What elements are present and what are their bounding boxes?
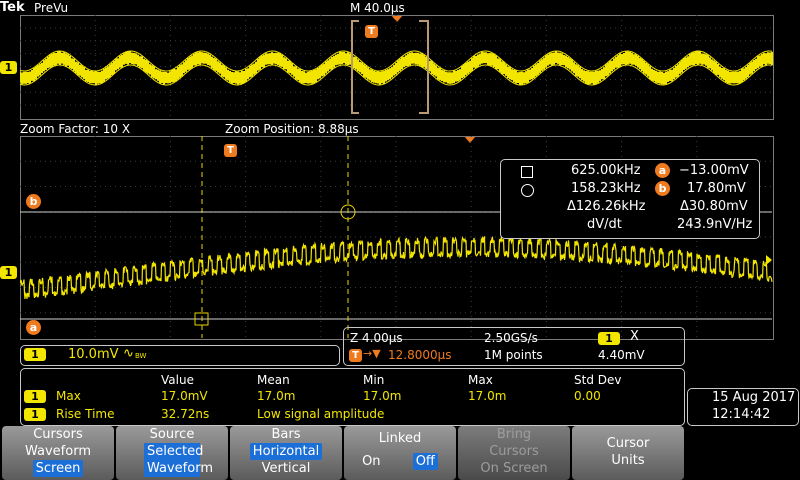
- cursors-softkey-title: Cursors: [2, 426, 114, 443]
- trigger-source-badge: 1: [598, 332, 620, 345]
- cursors-softkey-option-waveform: Waveform: [2, 443, 114, 460]
- readout-a-value: −13.00mV: [679, 163, 749, 178]
- readout-a-icon: a: [655, 163, 670, 178]
- readout-freq-2: 158.23kHz: [571, 181, 641, 196]
- meas-row1-min: 17.0m: [363, 389, 401, 403]
- bandwidth-limit-label: BW: [135, 352, 146, 360]
- linked-softkey-option-off: Off: [413, 453, 438, 470]
- zoom-position: Zoom Position: 8.88µs: [225, 122, 359, 136]
- delay-arrow-icon: →▼: [363, 347, 381, 360]
- readout-freq-1: 625.00kHz: [571, 163, 641, 178]
- square-cursor-icon: [521, 166, 533, 178]
- trigger-t-marker: T: [365, 25, 378, 38]
- meas-header-stddev: Std Dev: [574, 373, 621, 387]
- cursor-units-softkey-line2: Units: [572, 452, 684, 469]
- time: 12:14:42: [712, 407, 770, 422]
- circle-cursor-icon: [521, 184, 534, 197]
- source-softkey[interactable]: Source Selected Waveform: [116, 426, 228, 480]
- cursor-a-label[interactable]: a: [26, 320, 41, 335]
- readout-delta-v: Δ30.80mV: [680, 199, 748, 214]
- measurements-panel[interactable]: Value Mean Min Max Std Dev 1 Max 17.0mV …: [20, 368, 685, 426]
- bring-softkey-line3: On Screen: [458, 460, 570, 477]
- main-channel-1-marker[interactable]: 1: [0, 266, 17, 279]
- bars-softkey-option-vertical: Vertical: [230, 460, 342, 477]
- zoom-window-top-left: [351, 20, 359, 22]
- zoom-time-scale: Z 4.00µs: [350, 331, 403, 345]
- meas-row1-source: 1: [24, 390, 46, 403]
- readout-delta-freq: Δ126.26kHz: [567, 199, 646, 214]
- cursor-b-label[interactable]: b: [26, 194, 41, 209]
- overview-channel-1-marker[interactable]: 1: [0, 61, 17, 74]
- cursor-units-softkey-line1: Cursor: [572, 435, 684, 452]
- meas-row1-max: 17.0m: [468, 389, 506, 403]
- trigger-level-marker: [766, 255, 772, 265]
- meas-header-min: Min: [363, 373, 384, 387]
- cursors-softkey[interactable]: Cursors Waveform Screen: [2, 426, 114, 480]
- cursors-softkey-option-screen: Screen: [33, 460, 84, 477]
- bring-cursors-on-screen-softkey[interactable]: Bring Cursors On Screen: [458, 426, 570, 480]
- meas-header-mean: Mean: [257, 373, 290, 387]
- readout-b-icon: b: [655, 181, 670, 196]
- brand-logo: Tek: [0, 0, 25, 15]
- bars-softkey[interactable]: Bars Horizontal Vertical: [230, 426, 342, 480]
- meas-row1-value: 17.0mV: [161, 389, 208, 403]
- cursor-units-softkey[interactable]: Cursor Units: [572, 426, 684, 480]
- record-length: 1M points: [484, 348, 543, 362]
- sample-rate: 2.50GS/s: [484, 331, 538, 345]
- zoom-window-top-right: [419, 20, 427, 22]
- delay-t-icon: T: [349, 349, 362, 362]
- linked-softkey-option-on: On: [362, 454, 380, 469]
- bars-softkey-title: Bars: [230, 426, 342, 443]
- bring-softkey-line2: Cursors: [458, 443, 570, 460]
- meas-row1-label: Max: [56, 389, 81, 403]
- horizontal-scale: M 40.0µs: [350, 1, 405, 15]
- cursor-readout: 625.00kHz a −13.00mV 158.23kHz b 17.80mV…: [500, 159, 760, 239]
- readout-dvdt-value: 243.9nV/Hz: [677, 217, 752, 232]
- bars-softkey-option-horizontal: Horizontal: [250, 443, 322, 460]
- datetime-box: 15 Aug 2017 12:14:42: [687, 388, 799, 426]
- zoom-trigger-t-marker: T: [224, 144, 237, 157]
- readout-dvdt-label: dV/dt: [587, 217, 622, 232]
- meas-row1-stddev: 0.00: [574, 389, 601, 403]
- source-softkey-title: Source: [116, 426, 228, 443]
- timebase-info[interactable]: Z 4.00µs 2.50GS/s 1 X T →▼ 12.8000µs 1M …: [343, 327, 685, 366]
- meas-row2-value: 32.72ns: [161, 407, 209, 421]
- linked-softkey-title: Linked: [344, 430, 456, 447]
- meas-row1-mean: 17.0m: [257, 389, 295, 403]
- zoom-window-box[interactable]: [351, 20, 429, 114]
- meas-row2-source: 1: [24, 408, 46, 421]
- zoom-window-bottom-left: [351, 112, 359, 114]
- channel-1-scale: 10.0mV: [68, 347, 119, 362]
- bandwidth-limit-icon: ∿: [123, 346, 134, 361]
- zoom-factor: Zoom Factor: 10 X: [20, 122, 130, 136]
- zoom-window-bottom-right: [419, 112, 427, 114]
- horizontal-delay: 12.8000µs: [388, 348, 452, 362]
- bring-softkey-line1: Bring: [458, 426, 570, 443]
- date: 15 Aug 2017: [712, 390, 795, 405]
- channel-1-info[interactable]: 1 10.0mV ∿ BW: [20, 345, 340, 366]
- meas-row2-note: Low signal amplitude: [257, 407, 384, 421]
- linked-softkey[interactable]: Linked On Off: [344, 426, 456, 480]
- trigger-level: 4.40mV: [598, 348, 645, 362]
- source-softkey-selected: Selected: [144, 443, 200, 460]
- meas-row2-label: Rise Time: [56, 407, 115, 421]
- mode-label: PreVu: [34, 1, 68, 15]
- meas-header-value: Value: [161, 373, 194, 387]
- meas-header-max: Max: [468, 373, 493, 387]
- channel-1-badge: 1: [24, 348, 46, 361]
- readout-b-value: 17.80mV: [687, 181, 746, 196]
- source-softkey-waveform: Waveform: [144, 460, 200, 477]
- zoom-trace: [20, 237, 772, 299]
- trigger-slope-icon: X: [630, 329, 639, 344]
